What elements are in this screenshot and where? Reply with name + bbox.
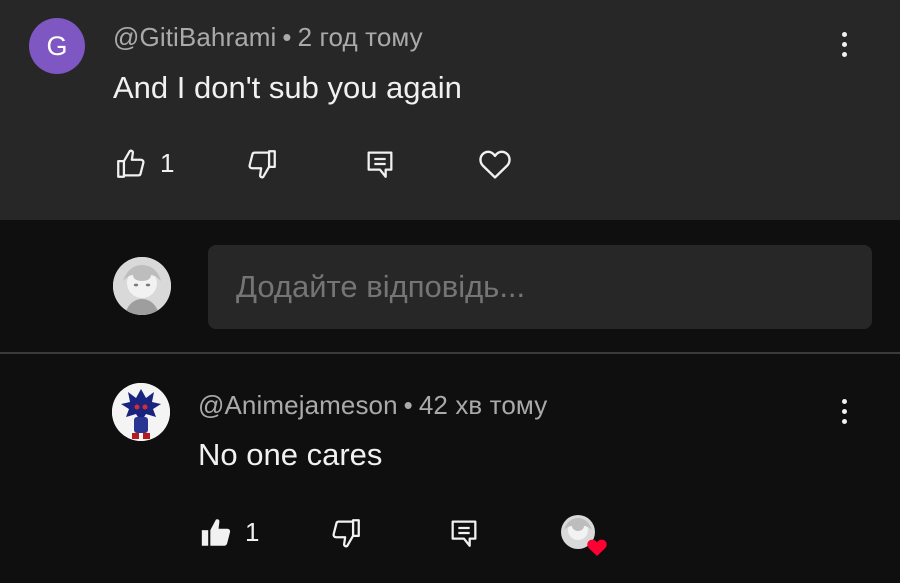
meta-separator: •	[403, 390, 413, 420]
comment-author[interactable]: @GitiBahrami	[113, 22, 276, 52]
reply-author-avatar[interactable]	[112, 383, 170, 441]
reply-time: 42 хв тому	[418, 390, 548, 420]
heart-outline-icon	[479, 150, 511, 179]
reply-like-button[interactable]	[198, 515, 234, 551]
like-button[interactable]	[113, 146, 149, 182]
reply-reply-button[interactable]	[446, 515, 482, 551]
thumb-down-outline-icon	[248, 150, 276, 179]
reply-dislike-button[interactable]	[328, 515, 364, 551]
reply-like-count: 1	[245, 517, 260, 547]
add-reply-row	[0, 220, 900, 352]
author-avatar[interactable]: G	[29, 18, 85, 74]
reply-author[interactable]: @Animejameson	[198, 390, 398, 420]
reply-icon	[451, 520, 477, 547]
reply-button[interactable]	[362, 146, 398, 182]
thumb-up-outline-icon	[117, 149, 145, 178]
creator-heart-badge[interactable]	[560, 514, 607, 558]
thumb-up-filled-icon	[201, 519, 231, 546]
more-vert-icon[interactable]	[832, 391, 856, 431]
heart-button[interactable]	[474, 144, 516, 184]
comment-meta: @GitiBahrami • 2 год тому	[113, 22, 423, 53]
divider	[0, 352, 900, 354]
current-user-avatar	[113, 257, 171, 315]
comment-time: 2 год тому	[297, 22, 423, 52]
reply-text: No one cares	[198, 437, 383, 472]
reply-icon	[367, 151, 393, 178]
thumb-down-outline-icon	[332, 519, 360, 548]
meta-separator: •	[282, 22, 292, 52]
reply-input[interactable]	[208, 245, 872, 329]
dislike-button[interactable]	[244, 146, 280, 182]
comment-text: And I don't sub you again	[113, 70, 462, 105]
creator-heart-icon	[561, 515, 607, 556]
highlighted-comment: G @GitiBahrami • 2 год тому And I don't su…	[0, 0, 900, 220]
avatar-letter: G	[46, 30, 68, 61]
more-vert-icon[interactable]	[832, 24, 856, 64]
reply-meta: @Animejameson • 42 хв тому	[198, 390, 547, 421]
like-count: 1	[160, 148, 175, 178]
